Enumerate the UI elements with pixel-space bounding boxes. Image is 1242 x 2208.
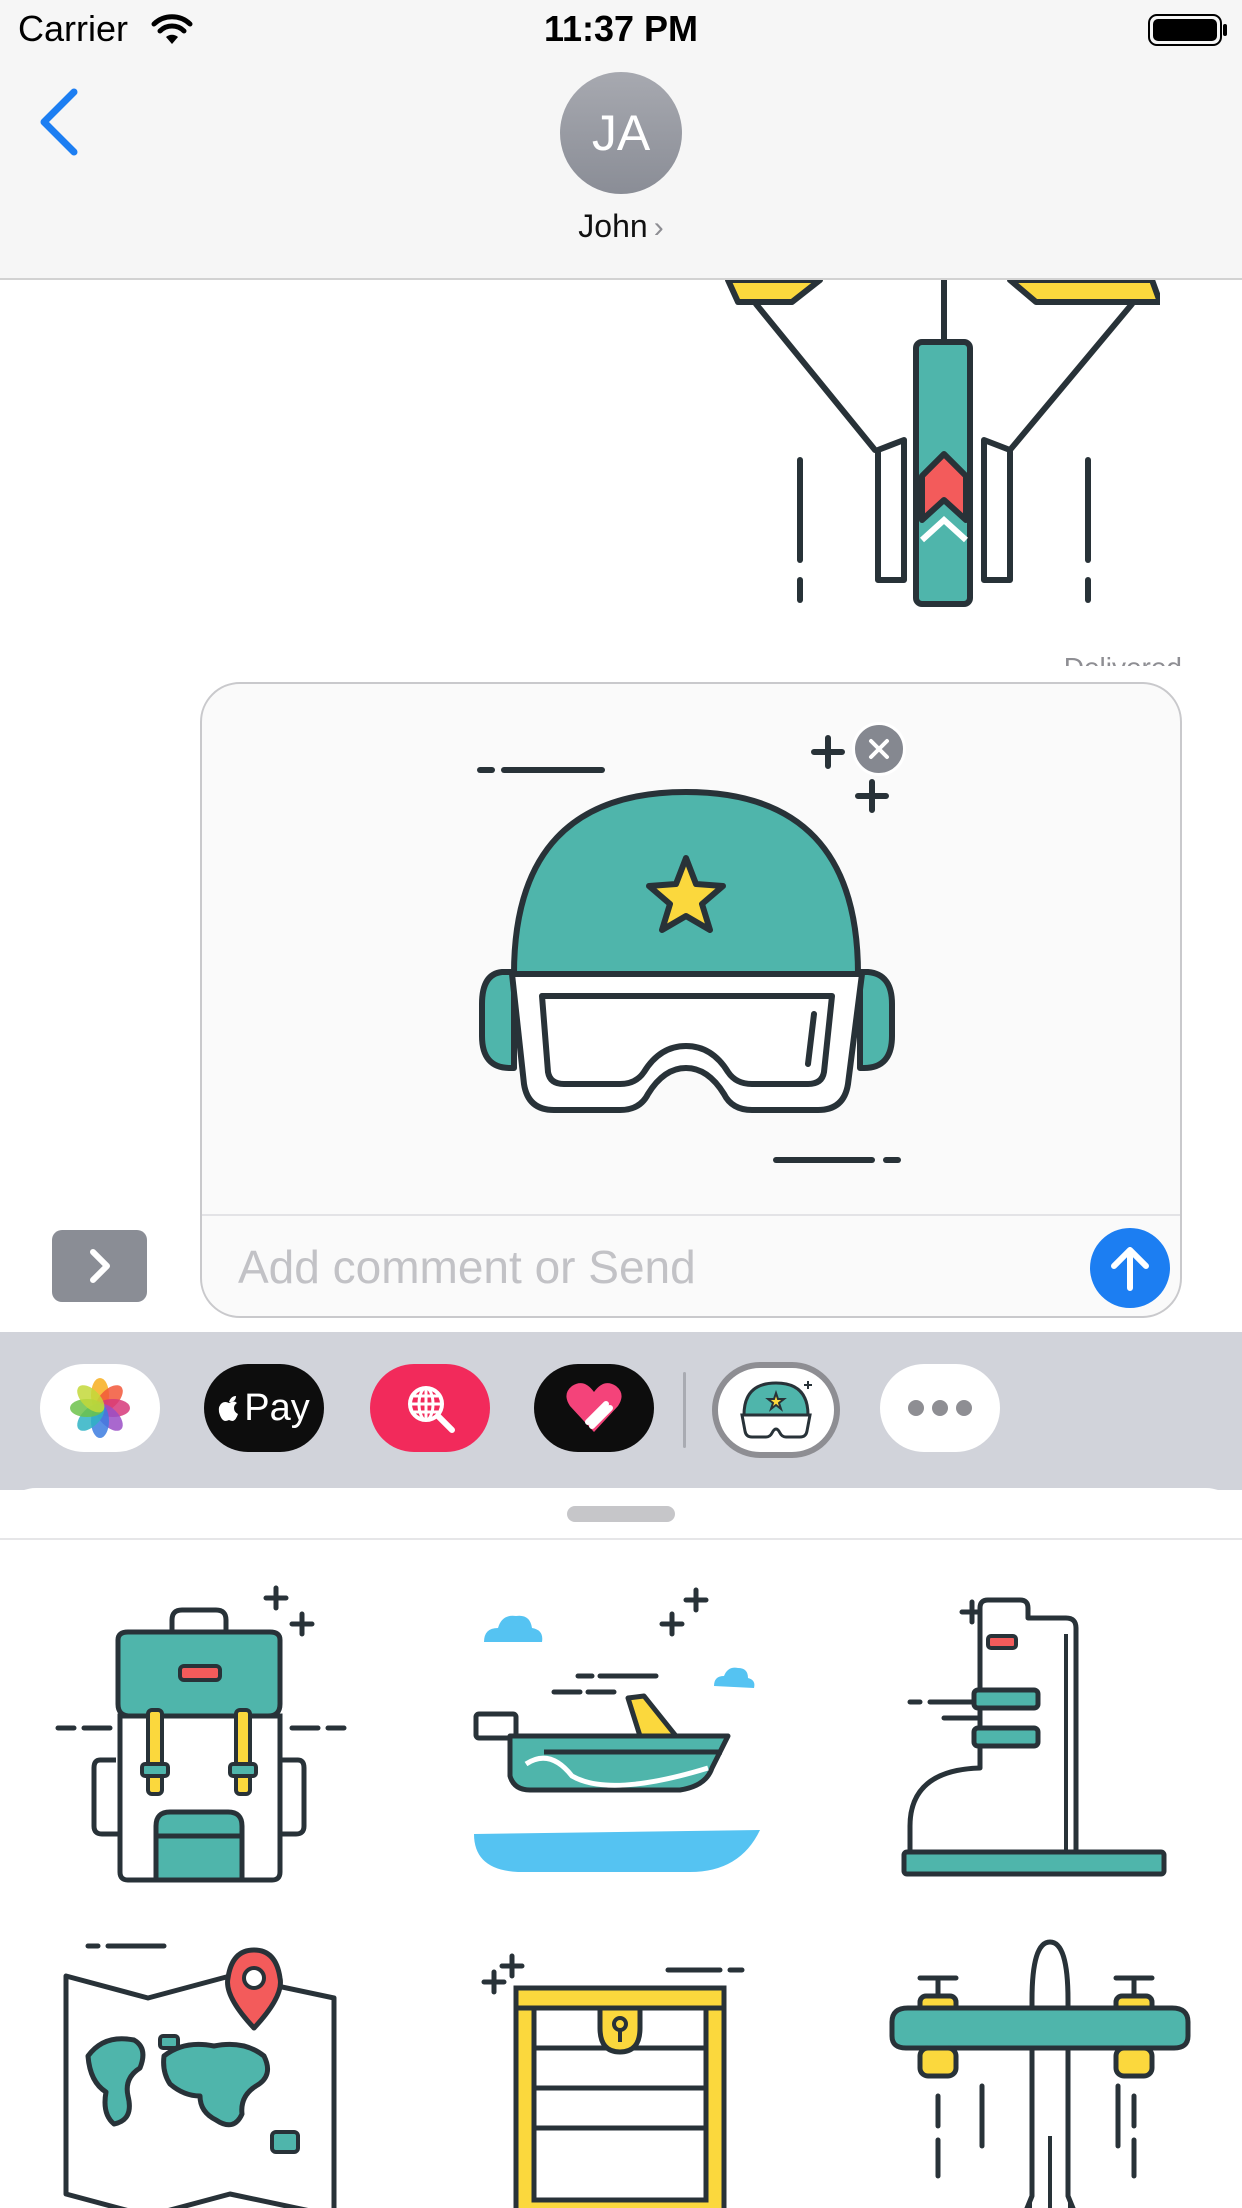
chevron-right-icon: › (653, 211, 664, 244)
battery-icon (1148, 14, 1227, 46)
status-bar: Carrier 11:37 PM (0, 0, 1242, 60)
image-search-app-button[interactable] (370, 1364, 490, 1452)
delivery-status: Delivered (1064, 652, 1182, 666)
back-chevron-icon[interactable] (30, 80, 90, 160)
contact-avatar[interactable]: JA (560, 72, 682, 194)
contact-name-button[interactable]: John › (0, 208, 1242, 245)
send-button[interactable] (1090, 1228, 1170, 1308)
messages-screen: Carrier 11:37 PM JA John › Add comment o… (0, 0, 1242, 2208)
expand-apps-button[interactable] (52, 1230, 147, 1302)
rocket-sticker[interactable] (720, 280, 1160, 620)
speedboat-sticker[interactable] (460, 1580, 780, 1900)
status-time: 11:37 PM (543, 8, 699, 49)
sticker-drawer (0, 1488, 1242, 2208)
app-strip-separator (683, 1372, 686, 1448)
helmet-icon (740, 1381, 812, 1439)
compose-divider (202, 1214, 1180, 1216)
map-sticker[interactable] (44, 1936, 364, 2208)
apple-pay-label: Pay (244, 1386, 310, 1429)
boot-sticker[interactable] (880, 1580, 1200, 1900)
conversation-header: Carrier 11:37 PM JA John › (0, 0, 1242, 280)
remove-sticker-button[interactable] (852, 722, 906, 776)
drawer-divider (0, 1538, 1242, 1540)
contact-name: John (578, 208, 648, 244)
imessage-app-strip: Pay (0, 1332, 1242, 1490)
more-dots-icon (908, 1400, 972, 1416)
backpack-sticker[interactable] (44, 1580, 364, 1900)
helmet-sticker-preview (477, 735, 901, 1163)
heart-touch-icon (566, 1383, 622, 1432)
apple-logo-icon (219, 1396, 239, 1421)
message-input[interactable]: Add comment or Send (238, 1240, 696, 1294)
avatar-initials: JA (591, 105, 651, 161)
photos-flower-icon (70, 1378, 130, 1438)
compose-field[interactable]: Add comment or Send (200, 682, 1182, 1318)
apple-pay-app-button[interactable]: Pay (204, 1364, 324, 1452)
photos-app-button[interactable] (40, 1364, 160, 1452)
arrow-up-icon (1111, 1247, 1149, 1291)
chevron-right-icon (89, 1249, 110, 1283)
more-apps-button[interactable] (880, 1364, 1000, 1452)
digital-touch-app-button[interactable] (534, 1364, 654, 1452)
drawer-grabber[interactable] (567, 1506, 675, 1522)
airplane-sticker[interactable] (880, 1936, 1200, 2208)
globe-search-icon (408, 1386, 455, 1433)
close-icon (869, 739, 889, 759)
army-stickers-app-button[interactable] (712, 1362, 840, 1458)
treasure-chest-sticker[interactable] (460, 1936, 780, 2208)
